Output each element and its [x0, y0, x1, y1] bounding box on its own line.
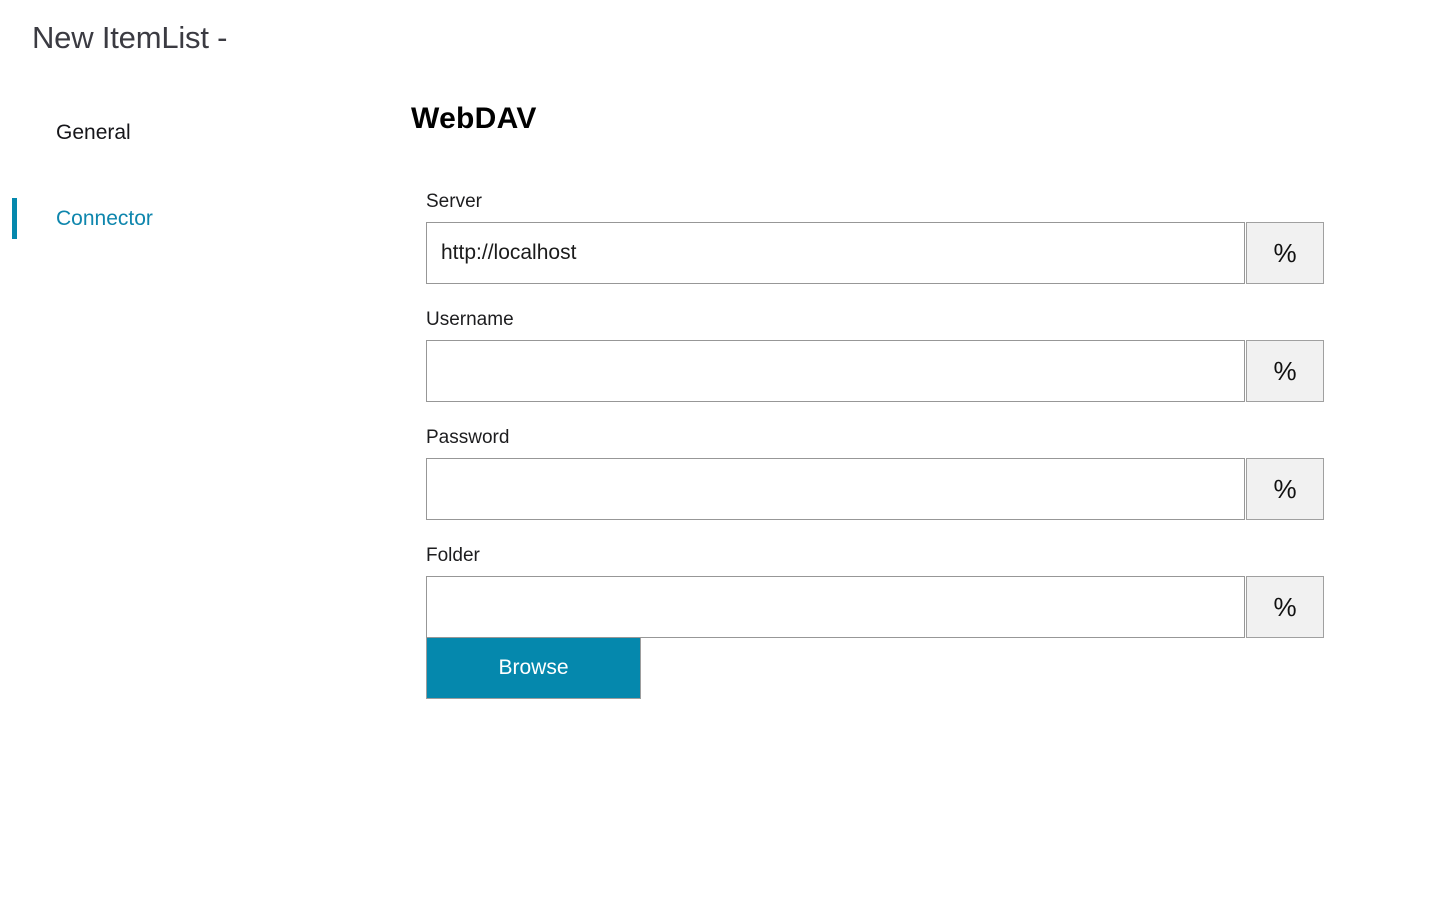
- webdav-connection-form: Server % Username % Password % Folder: [426, 192, 1411, 699]
- browse-button[interactable]: Browse: [426, 637, 641, 699]
- server-input[interactable]: [426, 222, 1245, 284]
- password-input[interactable]: [426, 458, 1245, 520]
- active-indicator-bar: [12, 198, 17, 239]
- percent-icon[interactable]: %: [1246, 222, 1324, 284]
- username-input[interactable]: [426, 340, 1245, 402]
- percent-icon[interactable]: %: [1246, 340, 1324, 402]
- folder-label: Folder: [426, 545, 480, 566]
- sidebar-item-connector[interactable]: Connector: [0, 194, 400, 242]
- server-field-row: %: [426, 222, 1324, 284]
- field-group-server: Server %: [426, 192, 1411, 284]
- dialog-title: New ItemList -: [32, 20, 228, 55]
- username-field-row: %: [426, 340, 1324, 402]
- password-field-row: %: [426, 458, 1324, 520]
- sidebar-item-general[interactable]: General: [0, 108, 400, 156]
- connector-type-heading: WebDAV: [411, 102, 537, 135]
- username-label: Username: [426, 309, 514, 330]
- field-group-username: Username %: [426, 310, 1411, 402]
- connector-settings-pane: WebDAV Server % Username % Password %: [411, 104, 1411, 699]
- sidebar-item-label: Connector: [56, 206, 153, 230]
- settings-nav: General Connector: [0, 108, 400, 242]
- password-label: Password: [426, 427, 510, 448]
- field-group-folder: Folder % Browse: [426, 546, 1411, 699]
- sidebar-item-label: General: [56, 120, 131, 144]
- percent-icon[interactable]: %: [1246, 576, 1324, 638]
- field-group-password: Password %: [426, 428, 1411, 520]
- server-label: Server: [426, 191, 482, 212]
- percent-icon[interactable]: %: [1246, 458, 1324, 520]
- folder-input[interactable]: [426, 576, 1245, 638]
- folder-field-row: %: [426, 576, 1324, 638]
